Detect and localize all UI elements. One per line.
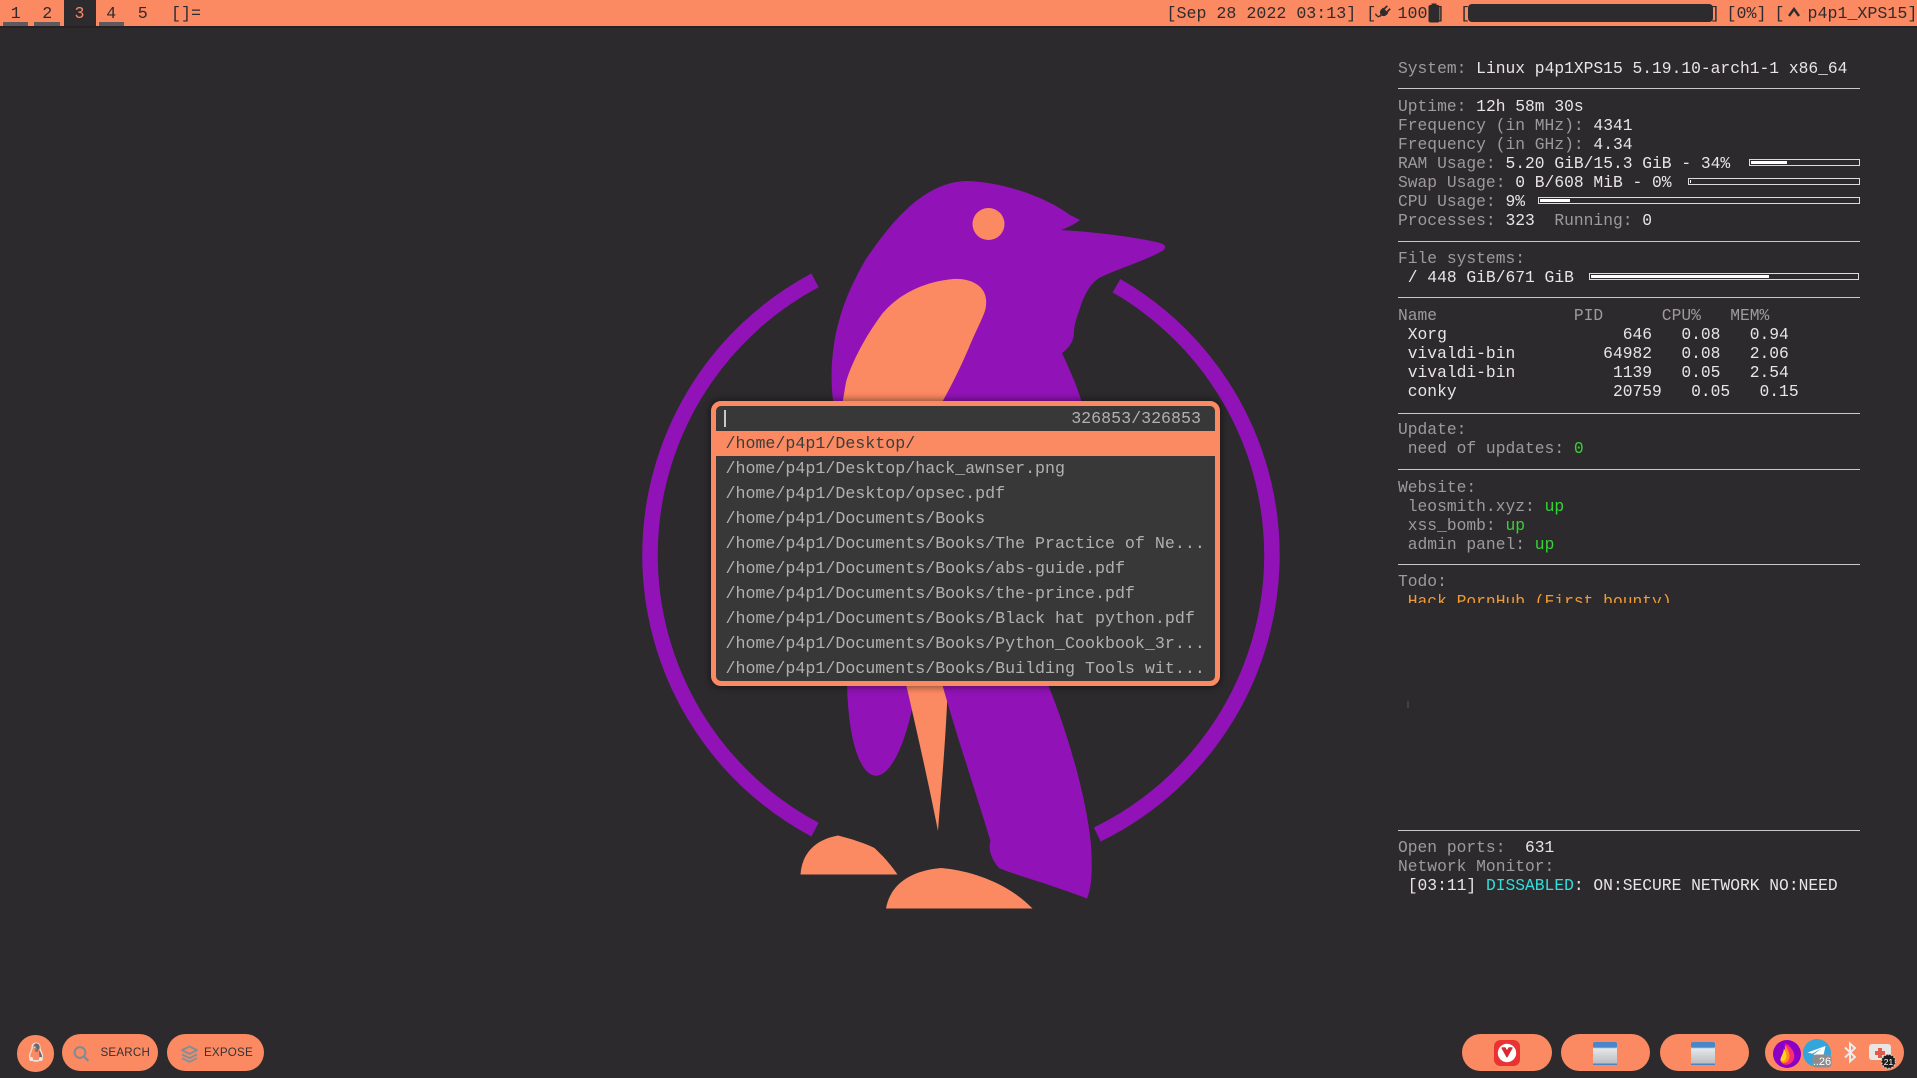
svg-text:21: 21 (1884, 1057, 1894, 1067)
svg-text:..26: ..26 (1813, 1056, 1831, 1068)
